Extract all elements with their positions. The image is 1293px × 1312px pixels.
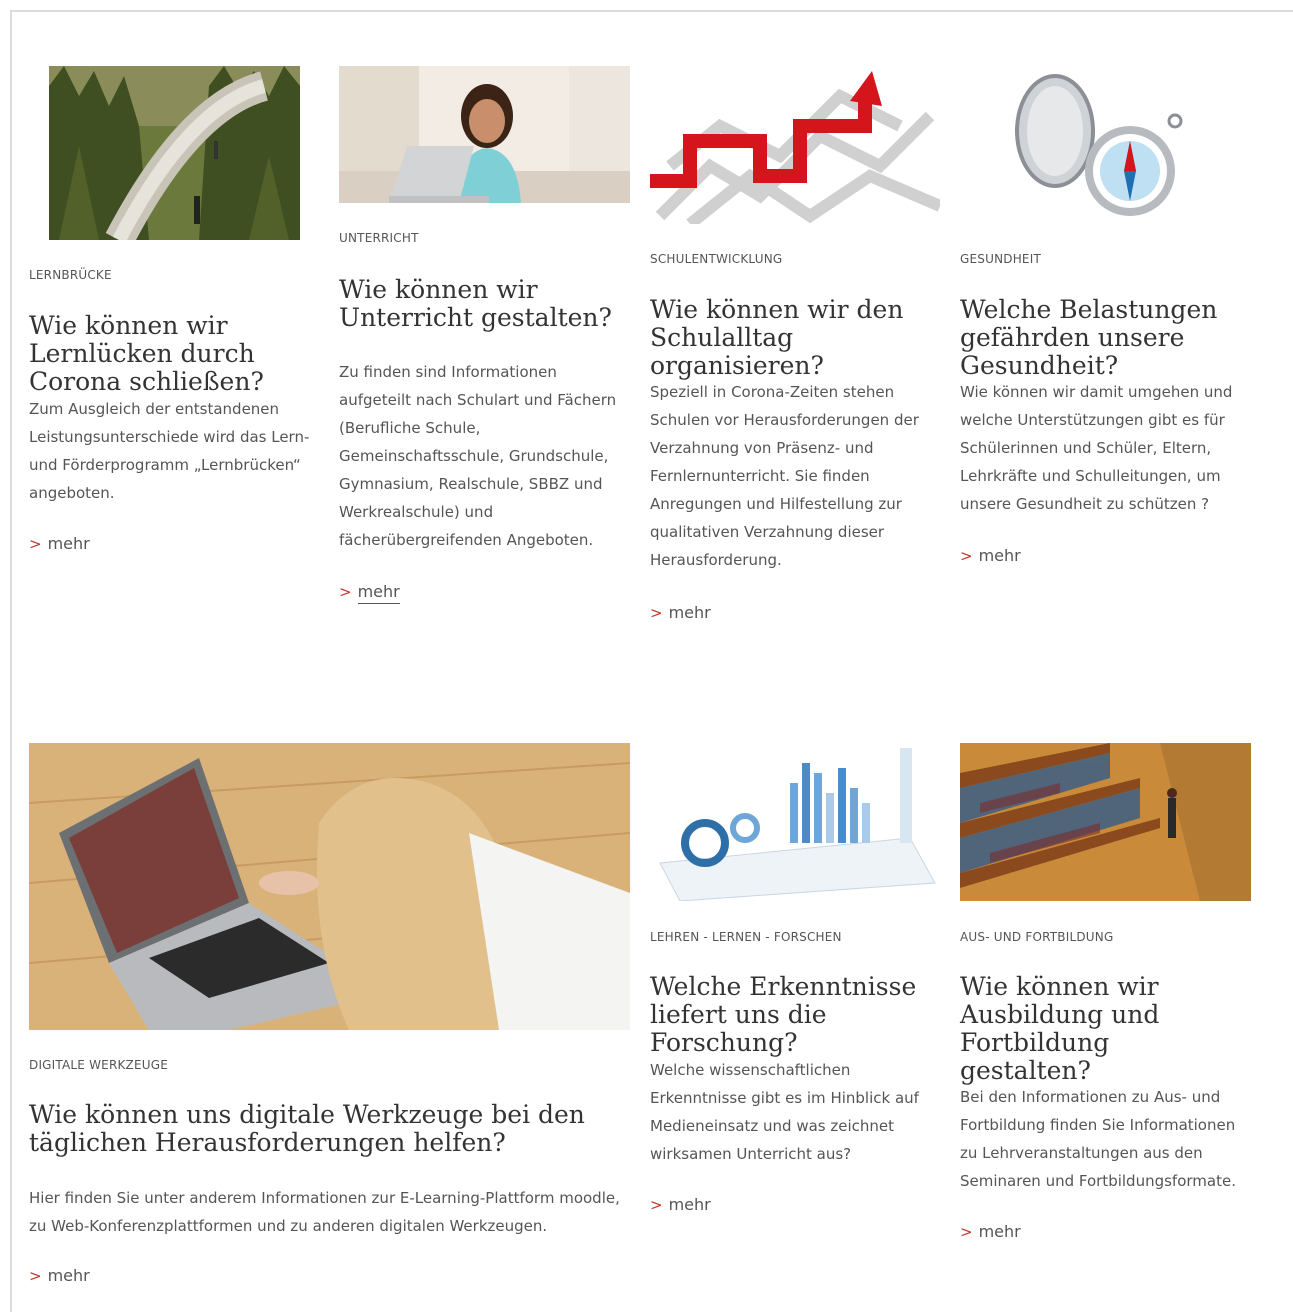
card-category: Gesundheit — [960, 252, 1041, 266]
more-link[interactable]: > mehr — [339, 582, 400, 604]
more-link[interactable]: > mehr — [650, 603, 711, 622]
more-link[interactable]: > mehr — [960, 1222, 1021, 1241]
more-link[interactable]: > mehr — [29, 1266, 90, 1285]
more-link[interactable]: > mehr — [960, 546, 1021, 565]
maze-arrow-image[interactable] — [650, 66, 940, 224]
chevron-right-icon: > — [29, 1267, 42, 1285]
card-text: Wie können wir damit umgehen und welche … — [960, 383, 1233, 513]
card-text: Welche wissenschaftlichen Erkenntnisse g… — [650, 1061, 919, 1163]
chevron-right-icon: > — [650, 604, 663, 622]
bridge-forest-image[interactable] — [49, 66, 300, 240]
library-image[interactable] — [960, 743, 1251, 901]
chevron-right-icon: > — [339, 583, 352, 601]
card-text: Zum Ausgleich der entstandenen Leistungs… — [29, 400, 310, 502]
compass-image[interactable] — [960, 66, 1250, 224]
more-link[interactable]: > mehr — [650, 1195, 711, 1214]
card-text: Speziell in Corona-Zeiten stehen Schulen… — [650, 383, 919, 569]
chevron-right-icon: > — [29, 535, 42, 553]
card-category: Schulentwicklung — [650, 252, 783, 266]
card-category: Digitale Werkzeuge — [29, 1058, 169, 1072]
chevron-right-icon: > — [960, 547, 973, 565]
card-category: Unterricht — [339, 231, 419, 245]
card-title[interactable]: Wie können wir Ausbildung und Fortbildun… — [960, 973, 1230, 1085]
more-link[interactable]: > mehr — [29, 534, 90, 553]
charts-image[interactable] — [650, 743, 940, 901]
card-category: Lernbrücke — [29, 268, 112, 282]
card-text: Zu finden sind Informationen aufgeteilt … — [339, 363, 617, 549]
card-text: Hier finden Sie unter anderem Informatio… — [29, 1189, 620, 1235]
card-title[interactable]: Wie können wir Lernlücken durch Corona s… — [29, 312, 324, 396]
card-title[interactable]: Wie können wir den Schulalltag organisie… — [650, 296, 940, 380]
chevron-right-icon: > — [960, 1223, 973, 1241]
girl-floor-laptop-image[interactable] — [29, 743, 630, 1030]
card-category: Lehren - Lernen - Forschen — [650, 930, 842, 944]
chevron-right-icon: > — [650, 1196, 663, 1214]
card-category: Aus- und Fortbildung — [960, 930, 1114, 944]
card-title[interactable]: Welche Erkenntnisse liefert uns die Fors… — [650, 973, 945, 1057]
card-text: Bei den Informationen zu Aus- und Fortbi… — [960, 1088, 1236, 1190]
card-title[interactable]: Wie können uns digitale Werkzeuge bei de… — [29, 1101, 629, 1157]
card-title[interactable]: Welche Belastungen gefährden unsere Gesu… — [960, 296, 1260, 380]
girl-laptop-image[interactable] — [339, 66, 630, 203]
card-title[interactable]: Wie können wir Unterricht gestalten? — [339, 276, 634, 332]
